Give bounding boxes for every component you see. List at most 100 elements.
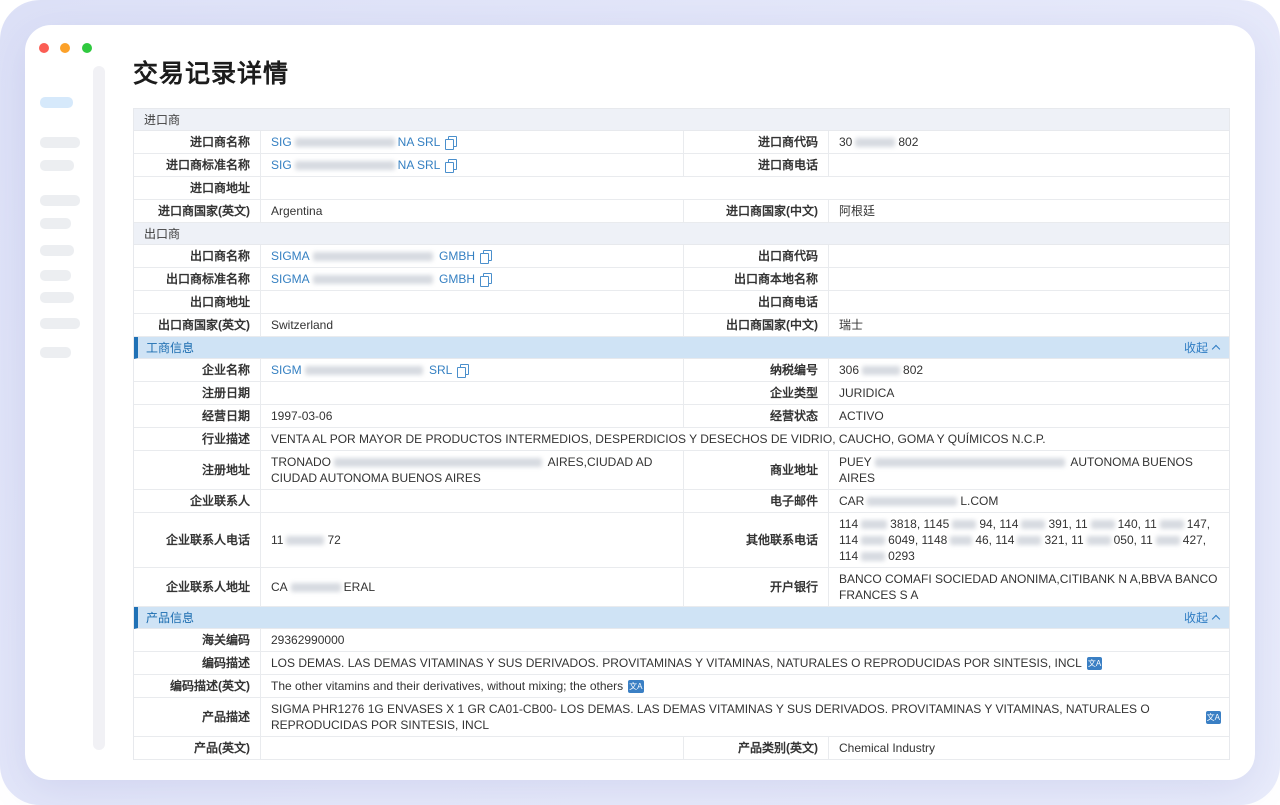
redacted-text xyxy=(1156,536,1180,545)
field-label: 其他联系电话 xyxy=(684,513,829,567)
redacted-text xyxy=(295,161,395,170)
field-label: 进口商国家(英文) xyxy=(134,200,261,222)
copy-icon[interactable] xyxy=(480,250,492,263)
redacted-text xyxy=(952,520,976,529)
field-value: Switzerland xyxy=(261,314,684,336)
sidebar-item-active[interactable] xyxy=(40,97,73,108)
section-header-exporter: 出口商 xyxy=(134,223,1229,245)
section-title: 出口商 xyxy=(144,225,180,242)
table-row: 企业联系人地址 CAERAL 开户银行 BANCO COMAFI SOCIEDA… xyxy=(134,568,1229,607)
table-row: 出口商国家(英文) Switzerland 出口商国家(中文) 瑞士 xyxy=(134,314,1229,337)
field-label: 商业地址 xyxy=(684,451,829,489)
field-label: 编码描述 xyxy=(134,652,261,674)
field-value: CARL.COM xyxy=(829,490,1231,512)
field-value: JURIDICA xyxy=(829,382,1231,404)
field-label: 注册日期 xyxy=(134,382,261,404)
redacted-text xyxy=(861,536,885,545)
collapse-button[interactable]: 收起 xyxy=(1184,609,1219,626)
field-label: 海关编码 xyxy=(134,629,261,651)
translate-icon[interactable]: 文A xyxy=(1206,711,1221,724)
company-name-link[interactable]: SIGM SRL xyxy=(271,362,452,378)
field-label: 进口商名称 xyxy=(134,131,261,153)
exporter-standard-name-link[interactable]: SIGMA GMBH xyxy=(271,271,475,287)
field-label: 出口商本地名称 xyxy=(684,268,829,290)
sidebar-skeleton xyxy=(25,25,93,780)
field-label: 出口商国家(英文) xyxy=(134,314,261,336)
collapse-label: 收起 xyxy=(1184,339,1208,356)
skeleton-bar xyxy=(40,270,71,281)
collapse-button[interactable]: 收起 xyxy=(1184,339,1219,356)
redacted-text xyxy=(286,536,324,545)
redacted-text xyxy=(313,275,433,284)
copy-icon[interactable] xyxy=(445,159,457,172)
section-title: 进口商 xyxy=(144,111,180,128)
field-label: 产品描述 xyxy=(134,698,261,736)
field-value: SIGMA PHR1276 1G ENVASES X 1 GR CA01-CB0… xyxy=(261,698,1231,736)
table-row: 企业联系人 电子邮件 CARL.COM xyxy=(134,490,1229,513)
redacted-text xyxy=(1017,536,1041,545)
section-title: 工商信息 xyxy=(146,339,194,356)
field-label: 进口商地址 xyxy=(134,177,261,199)
table-row: 产品(英文) 产品类别(英文) Chemical Industry xyxy=(134,737,1229,760)
importer-name-link[interactable]: SIGNA SRL xyxy=(271,134,440,150)
field-value xyxy=(261,177,1231,199)
field-value: Chemical Industry xyxy=(829,737,1231,759)
table-row: 企业名称 SIGM SRL 纳税编号 306802 xyxy=(134,359,1229,382)
field-label: 进口商代码 xyxy=(684,131,829,153)
field-value: TRONADO AIRES,CIUDAD AD CIUDAD AUTONOMA … xyxy=(261,451,684,489)
field-value: 1172 xyxy=(261,513,684,567)
field-label: 经营状态 xyxy=(684,405,829,427)
detail-table: 进口商 进口商名称 SIGNA SRL 进口商代码 30802 进口商标准名称 … xyxy=(133,108,1230,760)
field-value: SIGNA SRL xyxy=(261,131,684,153)
field-label: 企业名称 xyxy=(134,359,261,381)
table-row: 进口商地址 xyxy=(134,177,1229,200)
table-row: 经营日期 1997-03-06 经营状态 ACTIVO xyxy=(134,405,1229,428)
copy-icon[interactable] xyxy=(480,273,492,286)
field-label: 纳税编号 xyxy=(684,359,829,381)
redacted-text xyxy=(1160,520,1184,529)
copy-icon[interactable] xyxy=(457,364,469,377)
redacted-text xyxy=(862,366,900,375)
field-label: 行业描述 xyxy=(134,428,261,450)
redacted-text xyxy=(861,520,887,529)
skeleton-bar xyxy=(40,195,80,206)
field-value: PUEY AUTONOMA BUENOS AIRES xyxy=(829,451,1231,489)
table-row: 企业联系人电话 1172 其他联系电话 1143818, 114594, 114… xyxy=(134,513,1229,568)
field-value xyxy=(829,291,1231,313)
table-row: 注册日期 企业类型 JURIDICA xyxy=(134,382,1229,405)
field-label: 产品(英文) xyxy=(134,737,261,759)
field-value xyxy=(829,154,1231,176)
field-value: Argentina xyxy=(261,200,684,222)
skeleton-bar xyxy=(40,137,80,148)
field-label: 开户银行 xyxy=(684,568,829,606)
field-label: 出口商国家(中文) xyxy=(684,314,829,336)
chevron-up-icon xyxy=(1212,344,1220,352)
field-label: 进口商国家(中文) xyxy=(684,200,829,222)
translate-icon[interactable]: 文A xyxy=(628,680,643,693)
copy-icon[interactable] xyxy=(445,136,457,149)
field-label: 出口商标准名称 xyxy=(134,268,261,290)
skeleton-bar xyxy=(40,347,71,358)
section-header-business: 工商信息 收起 xyxy=(134,337,1229,359)
exporter-name-link[interactable]: SIGMA GMBH xyxy=(271,248,475,264)
field-label: 企业联系人 xyxy=(134,490,261,512)
chevron-up-icon xyxy=(1212,614,1220,622)
field-value: ACTIVO xyxy=(829,405,1231,427)
skeleton-bar xyxy=(40,218,71,229)
field-value: 1143818, 114594, 114391, 11140, 11147, 1… xyxy=(829,513,1231,567)
importer-standard-name-link[interactable]: SIGNA SRL xyxy=(271,157,440,173)
redacted-text xyxy=(1091,520,1115,529)
field-value xyxy=(261,382,684,404)
main-content: 交易记录详情 进口商 进口商名称 SIGNA SRL 进口商代码 30802 进… xyxy=(133,25,1230,780)
field-value: SIGMA GMBH xyxy=(261,268,684,290)
translate-icon[interactable]: 文A xyxy=(1087,657,1102,670)
skeleton-bar xyxy=(40,160,74,171)
redacted-text xyxy=(313,252,433,261)
field-value xyxy=(261,291,684,313)
table-row: 注册地址 TRONADO AIRES,CIUDAD AD CIUDAD AUTO… xyxy=(134,451,1229,490)
field-label: 出口商代码 xyxy=(684,245,829,267)
field-label: 进口商标准名称 xyxy=(134,154,261,176)
field-label: 企业联系人电话 xyxy=(134,513,261,567)
field-value: CAERAL xyxy=(261,568,684,606)
table-row: 编码描述 LOS DEMAS. LAS DEMAS VITAMINAS Y SU… xyxy=(134,652,1229,675)
